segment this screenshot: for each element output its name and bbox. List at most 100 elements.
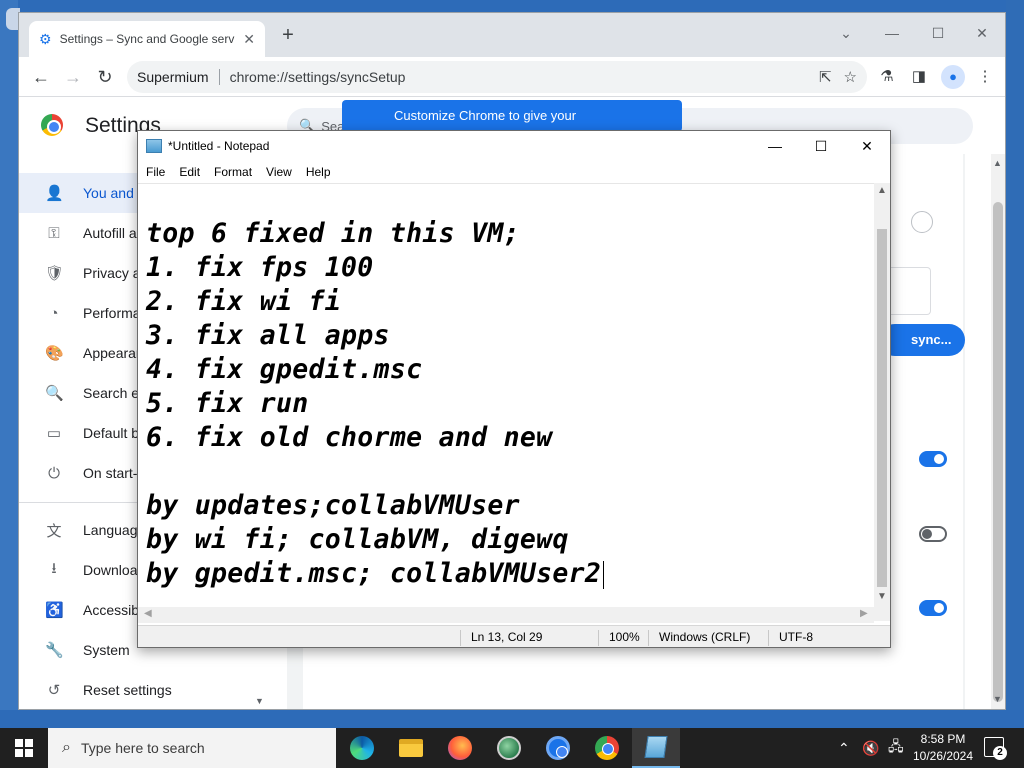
page-scrollbar[interactable]: ▲ ▼ [991,154,1005,709]
chrome-taskbar-button[interactable] [583,728,631,768]
folder-icon [399,739,423,757]
maximize-button[interactable]: ☐ [915,19,961,47]
scroll-right-icon[interactable]: ▶ [860,608,868,619]
menu-view[interactable]: View [266,165,292,179]
menu-file[interactable]: File [146,165,165,179]
wrench-icon: 🔧 [45,642,64,659]
tab-search-chevron-icon[interactable]: ⌄ [823,19,869,47]
sync-button-label: sync... [911,332,952,347]
maximize-button[interactable]: ☐ [798,131,844,161]
taskbar-search-box[interactable]: ⌕ Type here to search [48,728,336,768]
scroll-down-icon[interactable]: ▼ [877,591,887,602]
firefox-taskbar-button[interactable] [436,728,484,768]
sidebar-item-label: System [83,642,130,658]
minimize-button[interactable]: — [752,131,798,161]
sidebar-scroll-down-icon[interactable]: ▼ [255,696,264,706]
notepad-taskbar-button[interactable] [632,728,680,768]
close-button[interactable]: ✕ [844,131,890,161]
scrollbar-thumb[interactable] [993,202,1003,702]
desktop-background-right [1006,0,1024,712]
file-explorer-taskbar-button[interactable] [387,728,435,768]
scroll-left-icon[interactable]: ◀ [144,608,152,619]
settings-gear-icon: ⚙ [39,30,52,47]
reset-icon: ↺ [47,682,61,699]
close-tab-icon[interactable]: ✕ [243,31,255,48]
sidebar-item-label: Accessib [83,602,140,618]
toggle-switch-on[interactable] [919,451,947,467]
sidebar-item-label: Default b [83,425,140,441]
side-panel-icon[interactable]: ◨ [909,67,929,87]
power-icon: ⏻ [48,464,60,482]
globe-icon [497,736,521,760]
desktop-background-bottom [0,710,1024,728]
tab-settings[interactable]: ⚙ Settings – Sync and Google serv ✕ [29,21,265,57]
taskbar: ⌕ Type here to search ⌃ 🔇 🖧 8:58 PM 10/2… [0,728,1024,768]
new-tab-button[interactable]: + [277,25,299,47]
accessibility-icon: ♿ [45,602,64,619]
extensions-flask-icon[interactable]: ⚗ [877,67,897,87]
toggle-switch-off[interactable] [919,526,947,542]
sidebar-item-label: Downloa [83,562,138,578]
show-hidden-icons-chevron-icon[interactable]: ⌃ [838,728,850,768]
minimize-button[interactable]: — [869,19,915,47]
profile-avatar-icon[interactable]: ● [941,65,965,89]
address-bar[interactable]: Supermium chrome://settings/syncSetup ⇱ … [127,61,867,93]
close-window-button[interactable]: ✕ [959,19,1005,47]
sidebar-item-label: Appearan [83,345,144,361]
scroll-up-icon[interactable]: ▲ [993,158,1002,168]
notification-center-icon[interactable]: 2 [984,737,1007,760]
notepad-titlebar[interactable]: *Untitled - Notepad — ☐ ✕ [138,131,890,161]
sidebar-item-label: Languag [83,522,138,538]
key-icon: ⚿ [48,224,60,242]
scrollbar-thumb[interactable] [877,229,887,587]
back-arrow-icon[interactable]: ← [29,65,53,89]
start-button[interactable] [0,728,48,768]
chromium-icon [546,736,570,760]
sidebar-item-label: You and [83,185,134,201]
forward-arrow-icon[interactable]: → [61,65,85,89]
chrome-icon [595,736,619,760]
volume-muted-icon[interactable]: 🔇 [862,728,879,768]
promo-bubble-text: Customize Chrome to give your [394,108,577,123]
sidebar-item-label: Privacy a [83,265,141,281]
promo-bubble: Customize Chrome to give your [342,100,682,132]
speedometer-icon: ◔ [49,304,59,322]
translate-icon: 文 [46,522,62,540]
bookmark-star-icon[interactable]: ☆ [844,68,857,86]
horizontal-scrollbar[interactable]: ◀ ▶ [138,607,874,623]
vertical-scrollbar[interactable]: ▲ ▼ [874,183,890,621]
menu-help[interactable]: Help [306,165,331,179]
toggle-switch-on[interactable] [919,600,947,616]
toggle-knob [922,529,932,539]
turn-on-sync-button[interactable]: sync... [879,324,965,356]
notepad-text-area[interactable]: top 6 fixed in this VM; 1. fix fps 100 2… [138,183,874,621]
menu-kebab-icon[interactable]: ⋮ [975,67,995,87]
scroll-down-icon[interactable]: ▼ [993,694,1002,704]
reload-icon[interactable]: ↻ [93,65,117,89]
download-icon: ⭳ [51,559,57,577]
clock-date: 10/26/2024 [912,749,974,763]
edge-taskbar-button[interactable] [338,728,386,768]
network-icon[interactable]: 🖧 [888,728,904,768]
status-bar: Ln 13, Col 29 100% Windows (CRLF) UTF-8 [138,625,890,647]
share-icon[interactable]: ⇱ [819,68,832,86]
site-chip[interactable]: Supermium [137,69,220,85]
notepad-window: *Untitled - Notepad — ☐ ✕ File Edit Form… [137,130,891,648]
shield-icon: 🛡 [45,265,65,282]
url-text[interactable]: chrome://settings/syncSetup [220,69,807,85]
desktop-background-left [0,0,20,712]
system-clock[interactable]: 8:58 PM 10/26/2024 [912,731,974,765]
person-icon: 👤 [45,185,64,202]
menu-format[interactable]: Format [214,165,252,179]
sidebar-item-label: On start- [83,465,138,481]
sidebar-item[interactable]: ↺ Reset settings [19,670,269,710]
scroll-up-icon[interactable]: ▲ [877,185,887,196]
menu-edit[interactable]: Edit [179,165,200,179]
desktop-background [0,0,1024,12]
encoding: UTF-8 [768,630,813,646]
line-ending: Windows (CRLF) [648,630,750,646]
chromium-taskbar-button[interactable] [534,728,582,768]
account-avatar-placeholder [911,211,933,233]
browser-taskbar-button[interactable] [485,728,533,768]
toggle-knob [934,454,944,464]
